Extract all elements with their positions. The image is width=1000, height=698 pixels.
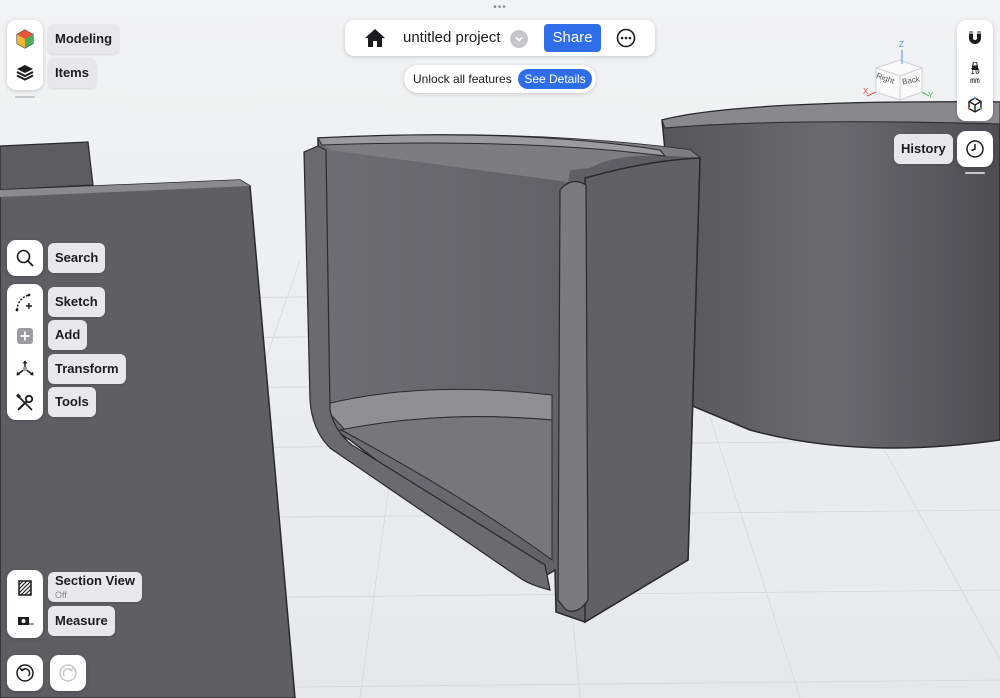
wrench-screwdriver-icon[interactable] <box>10 388 40 418</box>
search-panel <box>7 240 43 276</box>
see-details-button[interactable]: See Details <box>518 69 592 89</box>
sketch-arc-icon[interactable] <box>10 287 40 317</box>
home-icon[interactable] <box>360 23 390 53</box>
snap-value[interactable]: 10 <box>957 67 993 76</box>
top-handle-dots[interactable]: ••• <box>488 2 512 13</box>
undo-button[interactable] <box>7 655 43 691</box>
project-title[interactable]: untitled project <box>403 29 501 46</box>
search-icon[interactable] <box>10 243 40 273</box>
transform-axes-icon[interactable] <box>10 354 40 384</box>
search-label[interactable]: Search <box>48 243 106 273</box>
history-label[interactable]: History <box>894 134 953 164</box>
redo-icon[interactable] <box>53 658 83 688</box>
transform-label[interactable]: Transform <box>48 354 126 384</box>
top-toolbar: untitled project Share <box>345 20 655 56</box>
items-label[interactable]: Items <box>48 58 96 88</box>
share-button[interactable]: Share <box>544 24 601 52</box>
modeling-label[interactable]: Modeling <box>48 24 120 54</box>
ellipsis-circle-icon[interactable] <box>611 23 641 53</box>
cube-snap-icon[interactable] <box>960 90 990 120</box>
tape-measure-icon[interactable] <box>10 606 40 636</box>
chevron-down-icon[interactable] <box>510 30 528 48</box>
undo-icon[interactable] <box>10 658 40 688</box>
tool-panel <box>7 284 43 420</box>
left-top-panel <box>7 20 43 90</box>
promo-bar: Unlock all features See Details <box>404 65 596 93</box>
magnet-icon[interactable] <box>960 23 990 53</box>
cube-color-icon[interactable] <box>10 24 40 54</box>
add-label[interactable]: Add <box>48 320 88 350</box>
section-view-label[interactable]: Section View Off <box>48 572 142 602</box>
promo-text: Unlock all features <box>413 72 512 86</box>
section-hatch-icon[interactable] <box>10 573 40 603</box>
plus-square-icon[interactable] <box>10 321 40 351</box>
bottom-tool-panel <box>7 570 43 638</box>
sketch-label[interactable]: Sketch <box>48 287 105 317</box>
layers-icon[interactable] <box>10 57 40 87</box>
axis-x-label: X <box>863 87 869 96</box>
snap-unit[interactable]: mm <box>957 76 993 85</box>
left-top-panel-handle[interactable] <box>15 96 35 98</box>
axis-y-label: Y <box>928 91 934 100</box>
history-panel-handle[interactable] <box>965 172 985 174</box>
section-view-title: Section View <box>55 573 135 588</box>
lock-icon <box>971 57 979 70</box>
measure-label[interactable]: Measure <box>48 606 115 636</box>
clock-icon[interactable] <box>960 134 990 164</box>
tools-label[interactable]: Tools <box>48 387 96 417</box>
right-top-panel: 10 mm <box>957 20 993 121</box>
view-cube[interactable]: Z X Y Right Back <box>862 40 934 102</box>
axis-z-label: Z <box>899 40 904 49</box>
3d-viewport[interactable] <box>0 0 1000 698</box>
history-button[interactable] <box>957 131 993 167</box>
section-view-state: Off <box>55 590 67 600</box>
redo-button[interactable] <box>50 655 86 691</box>
